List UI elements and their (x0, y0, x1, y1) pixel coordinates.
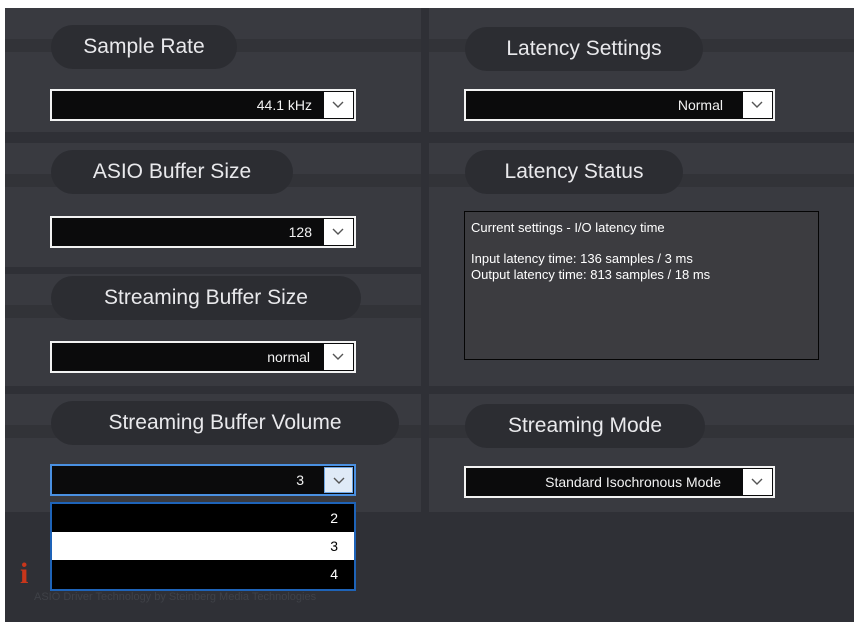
latency-status-line1: Current settings - I/O latency time (471, 220, 665, 235)
streaming-buffer-volume-dropdown: 2 3 4 (50, 502, 356, 591)
chevron-down-icon[interactable] (324, 92, 353, 118)
footer-text: ASIO Driver Technology by Steinberg Medi… (34, 591, 317, 603)
chevron-down-icon[interactable] (324, 219, 353, 245)
streaming-buffer-size-title: Streaming Buffer Size (51, 276, 361, 320)
streaming-buffer-volume-select[interactable]: 3 (50, 464, 356, 496)
dropdown-option[interactable]: 4 (52, 560, 354, 588)
sample-rate-value: 44.1 kHz (256, 97, 312, 113)
dropdown-option-selected[interactable]: 3 (52, 532, 354, 560)
chevron-down-icon[interactable] (324, 344, 353, 370)
latency-settings-value: Normal (677, 97, 723, 113)
chevron-down-icon[interactable] (324, 467, 353, 493)
streaming-buffer-size-value: normal (267, 349, 310, 365)
dropdown-option[interactable]: 2 (52, 504, 354, 532)
chevron-down-icon[interactable] (743, 469, 772, 495)
latency-settings-select[interactable]: Normal (464, 89, 775, 121)
streaming-buffer-size-select[interactable]: normal (50, 341, 356, 373)
input-latency-text: Input latency time: 136 samples / 3 ms (471, 251, 693, 266)
asio-buffer-title: ASIO Buffer Size (51, 150, 293, 194)
streaming-buffer-volume-value: 3 (296, 472, 304, 488)
streaming-mode-title: Streaming Mode (465, 404, 705, 448)
streaming-buffer-volume-title: Streaming Buffer Volume (51, 401, 399, 445)
latency-status-title: Latency Status (465, 150, 683, 194)
asio-buffer-value: 128 (288, 224, 312, 240)
streaming-mode-value: Standard Isochronous Mode (545, 474, 721, 490)
asio-settings-window: Sample Rate 44.1 kHz Latency Settings No… (5, 8, 854, 622)
sample-rate-select[interactable]: 44.1 kHz (50, 89, 356, 121)
logo: i (20, 557, 29, 590)
asio-buffer-select[interactable]: 128 (50, 216, 356, 248)
chevron-down-icon[interactable] (743, 92, 772, 118)
streaming-mode-select[interactable]: Standard Isochronous Mode (464, 466, 775, 498)
latency-status-box: Current settings - I/O latency time Inpu… (464, 211, 819, 360)
latency-settings-title: Latency Settings (465, 27, 703, 71)
sample-rate-title: Sample Rate (51, 25, 237, 69)
output-latency-text: Output latency time: 813 samples / 18 ms (471, 267, 711, 282)
